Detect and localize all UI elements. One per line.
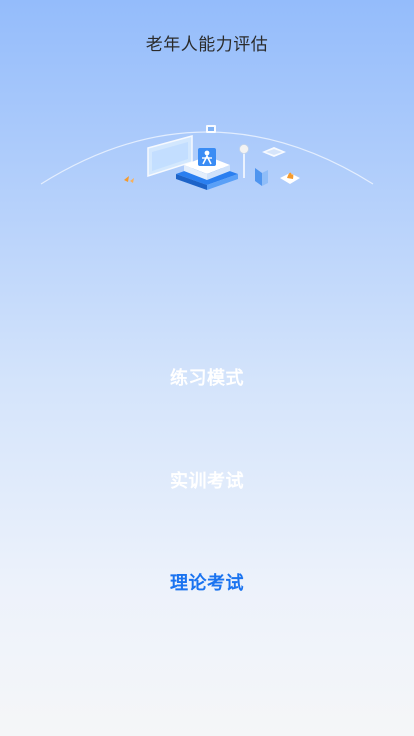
app-screen: 老年人能力评估 练习模式 实训考试 理论考试 bbox=[0, 0, 414, 736]
theory-exam-button[interactable]: 理论考试 bbox=[0, 569, 414, 595]
spark-icon bbox=[124, 176, 134, 183]
pin-icon bbox=[239, 144, 249, 178]
practice-mode-button[interactable]: 练习模式 bbox=[0, 364, 414, 390]
page-title: 老年人能力评估 bbox=[145, 35, 269, 55]
book-icon bbox=[255, 168, 268, 186]
practical-exam-button[interactable]: 实训考试 bbox=[0, 467, 414, 493]
tiles-icon bbox=[262, 147, 286, 157]
small-cube-icon bbox=[206, 125, 216, 133]
education-illustration bbox=[40, 125, 374, 190]
flame-icon bbox=[280, 172, 300, 184]
